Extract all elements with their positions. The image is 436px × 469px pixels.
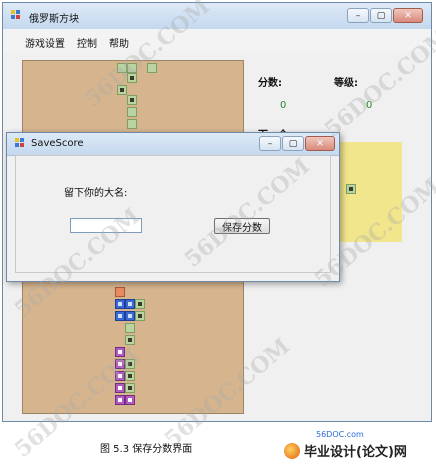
maximize-button[interactable]: ▢ (370, 8, 392, 23)
block (115, 299, 125, 309)
block (127, 73, 137, 83)
maximize-button[interactable]: ▢ (282, 136, 304, 151)
menu-game-settings[interactable]: 游戏设置 (25, 35, 65, 50)
dialog-title-bar[interactable]: SaveScore – ▢ ✕ (7, 133, 339, 156)
block (115, 383, 125, 393)
block (127, 95, 137, 105)
block (127, 107, 137, 117)
brand-name: 毕业设计(论文)网 (304, 445, 407, 460)
menu-bar: 游戏设置 控制 帮助 (3, 29, 431, 51)
close-button[interactable]: ✕ (393, 8, 423, 23)
window-title: 俄罗斯方块 (29, 14, 79, 25)
block (125, 323, 135, 333)
name-prompt: 留下你的大名: (64, 188, 128, 199)
name-input[interactable] (70, 218, 142, 233)
block (125, 335, 135, 345)
menu-help[interactable]: 帮助 (109, 35, 129, 50)
block (127, 119, 137, 129)
block (115, 359, 125, 369)
close-button[interactable]: ✕ (305, 136, 335, 151)
block (135, 311, 145, 321)
minimize-button[interactable]: – (259, 136, 281, 151)
block (147, 63, 157, 73)
app-icon (11, 10, 21, 20)
menu-control[interactable]: 控制 (77, 35, 97, 50)
block (115, 395, 125, 405)
level-value: 0 (366, 100, 373, 111)
save-score-button[interactable]: 保存分数 (214, 218, 270, 234)
next-piece-preview (338, 142, 402, 242)
block (117, 85, 127, 95)
block (115, 287, 125, 297)
block (115, 347, 125, 357)
score-value: 0 (280, 100, 287, 111)
block (125, 359, 135, 369)
block (117, 63, 127, 73)
score-label: 分数: (258, 78, 282, 89)
minimize-button[interactable]: – (347, 8, 369, 23)
title-bar[interactable]: 俄罗斯方块 – ▢ ✕ (3, 3, 431, 30)
block (346, 184, 356, 194)
block (125, 311, 135, 321)
block (135, 299, 145, 309)
block (125, 383, 135, 393)
save-score-dialog: SaveScore – ▢ ✕ 留下你的大名: 保存分数 (6, 132, 340, 282)
dialog-body: 留下你的大名: 保存分数 (15, 155, 331, 273)
app-icon (15, 138, 25, 148)
block (115, 311, 125, 321)
block (127, 63, 137, 73)
block (115, 371, 125, 381)
block (125, 299, 135, 309)
block (125, 371, 135, 381)
brand-site: 56DOC.com (316, 430, 364, 439)
level-label: 等级: (334, 78, 358, 89)
dialog-title: SaveScore (31, 138, 84, 149)
block (125, 395, 135, 405)
brand-logo-icon (284, 443, 300, 459)
figure-caption: 图 5.3 保存分数界面 (100, 444, 193, 455)
